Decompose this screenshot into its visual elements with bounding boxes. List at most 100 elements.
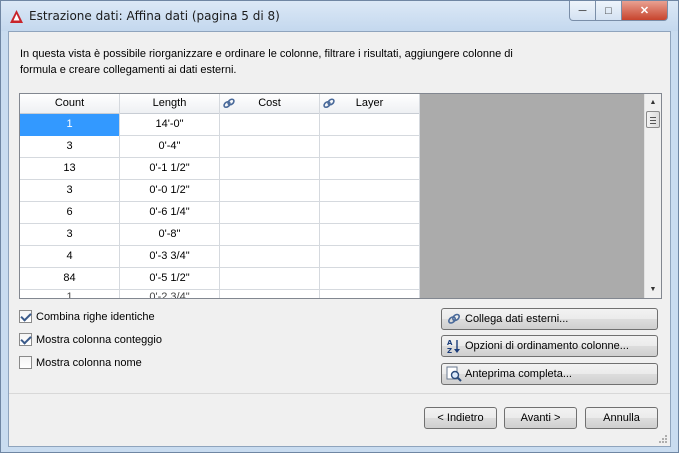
table-cell[interactable] xyxy=(220,268,320,290)
checkbox-checked-icon[interactable] xyxy=(19,333,32,346)
table-row[interactable]: 4 0'-3 3/4" xyxy=(20,246,420,268)
show-name-label: Mostra colonna nome xyxy=(36,356,142,369)
next-button-label: Avanti > xyxy=(520,412,561,424)
table-cell[interactable] xyxy=(220,180,320,202)
show-count-checkbox[interactable]: Mostra colonna conteggio xyxy=(19,333,162,346)
table-cell[interactable]: 1 xyxy=(20,290,120,298)
table-cell[interactable] xyxy=(320,290,420,298)
table-cell[interactable] xyxy=(320,246,420,268)
sort-options-label: Opzioni di ordinamento colonne... xyxy=(465,340,629,352)
grid-header: Count Length Cost Layer xyxy=(20,94,420,114)
link-data-icon xyxy=(448,313,460,324)
table-cell[interactable]: 3 xyxy=(20,136,120,158)
link-icon xyxy=(223,98,235,109)
preview-magnifier-icon xyxy=(446,366,462,382)
dialog-body: In questa vista è possibile riorganizzar… xyxy=(8,31,671,447)
back-button-label: < Indietro xyxy=(437,412,484,424)
table-cell[interactable]: 3 xyxy=(20,180,120,202)
show-count-label: Mostra colonna conteggio xyxy=(36,333,162,346)
table-cell[interactable]: 6 xyxy=(20,202,120,224)
maximize-button[interactable]: □ xyxy=(595,1,622,21)
table-row[interactable]: 1 0'-2 3/4" xyxy=(20,290,420,298)
intro-text-line: formula e creare collegamenti ai dati es… xyxy=(20,64,237,76)
back-button[interactable]: < Indietro xyxy=(424,407,497,429)
table-row[interactable]: 6 0'-6 1/4" xyxy=(20,202,420,224)
table-cell[interactable]: 0'-2 3/4" xyxy=(120,290,220,298)
intro-text-line: In questa vista è possibile riorganizzar… xyxy=(20,48,513,60)
dialog-window: Estrazione dati: Affina dati (pagina 5 d… xyxy=(0,0,679,453)
table-cell[interactable] xyxy=(320,202,420,224)
table-row[interactable]: 3 0'-4" xyxy=(20,136,420,158)
table-cell[interactable]: 0'-4" xyxy=(120,136,220,158)
sort-az-icon: A Z xyxy=(447,339,460,354)
sort-options-button[interactable]: A Z Opzioni di ordinamento colonne... xyxy=(441,335,658,357)
table-cell[interactable]: 3 xyxy=(20,224,120,246)
link-icon xyxy=(323,98,335,109)
checkbox-checked-icon[interactable] xyxy=(19,310,32,323)
column-header-cost[interactable]: Cost xyxy=(220,94,320,114)
link-external-data-button[interactable]: Collega dati esterni... xyxy=(441,308,658,330)
table-cell[interactable] xyxy=(320,224,420,246)
scroll-down-icon[interactable]: ▼ xyxy=(645,281,661,298)
svg-text:Z: Z xyxy=(447,347,452,354)
footer-separator xyxy=(9,393,670,394)
table-row[interactable]: 3 0'-0 1/2" xyxy=(20,180,420,202)
cancel-button[interactable]: Annulla xyxy=(585,407,658,429)
combine-rows-label: Combina righe identiche xyxy=(36,310,155,323)
full-preview-button[interactable]: Anteprima completa... xyxy=(441,363,658,385)
svg-text:A: A xyxy=(447,339,453,347)
table-cell[interactable]: 0'-6 1/4" xyxy=(120,202,220,224)
table-cell[interactable]: 0'-0 1/2" xyxy=(120,180,220,202)
minimize-icon: ─ xyxy=(578,4,587,17)
autocad-icon xyxy=(10,10,23,23)
resize-grip-icon[interactable] xyxy=(658,434,668,444)
data-grid[interactable]: Count Length Cost Layer 1 14'-0" 3 0'-4"… xyxy=(19,93,662,299)
table-cell[interactable]: 13 xyxy=(20,158,120,180)
table-cell[interactable]: 0'-1 1/2" xyxy=(120,158,220,180)
window-title: Estrazione dati: Affina dati (pagina 5 d… xyxy=(29,9,280,23)
full-preview-label: Anteprima completa... xyxy=(465,368,572,380)
table-cell[interactable] xyxy=(220,136,320,158)
table-row[interactable]: 13 0'-1 1/2" xyxy=(20,158,420,180)
intro-text: In questa vista è possibile riorganizzar… xyxy=(20,46,520,78)
vertical-scrollbar[interactable]: ▲ ▼ xyxy=(644,94,661,298)
table-cell[interactable] xyxy=(320,158,420,180)
table-row[interactable]: 84 0'-5 1/2" xyxy=(20,268,420,290)
cancel-button-label: Annulla xyxy=(603,412,640,424)
table-cell[interactable] xyxy=(220,114,320,136)
column-header-count[interactable]: Count xyxy=(20,94,120,114)
link-external-data-label: Collega dati esterni... xyxy=(465,313,569,325)
table-cell[interactable] xyxy=(220,224,320,246)
table-cell[interactable]: 0'-8" xyxy=(120,224,220,246)
close-button[interactable]: ✕ xyxy=(621,1,668,21)
minimize-button[interactable]: ─ xyxy=(569,1,596,21)
column-header-length[interactable]: Length xyxy=(120,94,220,114)
table-cell[interactable]: 14'-0" xyxy=(120,114,220,136)
table-cell[interactable]: 84 xyxy=(20,268,120,290)
table-cell[interactable]: 4 xyxy=(20,246,120,268)
table-cell[interactable] xyxy=(320,180,420,202)
next-button[interactable]: Avanti > xyxy=(504,407,577,429)
close-icon: ✕ xyxy=(639,5,650,17)
table-row[interactable]: 3 0'-8" xyxy=(20,224,420,246)
table-cell[interactable] xyxy=(220,202,320,224)
maximize-icon: □ xyxy=(605,4,612,17)
table-cell[interactable] xyxy=(320,268,420,290)
table-cell[interactable]: 0'-5 1/2" xyxy=(120,268,220,290)
table-cell[interactable]: 0'-3 3/4" xyxy=(120,246,220,268)
combine-rows-checkbox[interactable]: Combina righe identiche xyxy=(19,310,155,323)
table-cell[interactable] xyxy=(220,158,320,180)
table-cell[interactable] xyxy=(320,136,420,158)
scroll-thumb[interactable] xyxy=(646,111,660,128)
checkbox-unchecked-icon[interactable] xyxy=(19,356,32,369)
scroll-up-icon[interactable]: ▲ xyxy=(645,94,661,111)
data-grid-table[interactable]: Count Length Cost Layer 1 14'-0" 3 0'-4"… xyxy=(20,94,420,298)
table-cell[interactable] xyxy=(220,246,320,268)
table-cell[interactable] xyxy=(320,114,420,136)
table-row[interactable]: 1 14'-0" xyxy=(20,114,420,136)
title-bar[interactable]: Estrazione dati: Affina dati (pagina 5 d… xyxy=(1,1,678,31)
show-name-checkbox[interactable]: Mostra colonna nome xyxy=(19,356,142,369)
table-cell[interactable]: 1 xyxy=(20,114,120,136)
column-header-layer[interactable]: Layer xyxy=(320,94,420,114)
table-cell[interactable] xyxy=(220,290,320,298)
